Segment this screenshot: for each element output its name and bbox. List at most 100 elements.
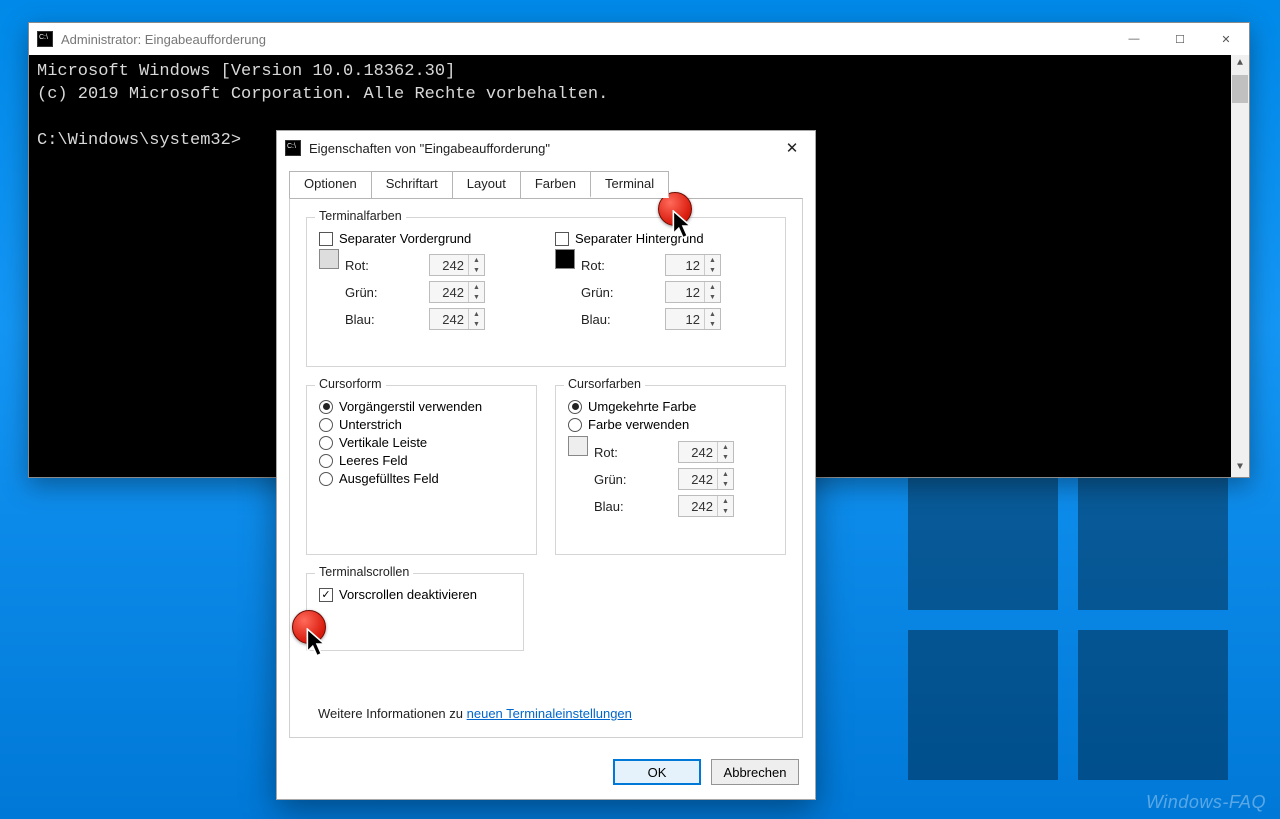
- cursor-red-stepper[interactable]: ▲▼: [678, 441, 734, 463]
- spin-up-icon[interactable]: ▲: [718, 442, 733, 452]
- label-empty-box: Leeres Feld: [339, 453, 408, 468]
- cursor-color-swatch[interactable]: [568, 436, 588, 456]
- spin-up-icon[interactable]: ▲: [705, 309, 720, 319]
- label-cursor-red: Rot:: [594, 445, 618, 460]
- dialog-close-button[interactable]: ✕: [769, 133, 815, 163]
- radio-legacy-cursor[interactable]: [319, 400, 333, 414]
- group-terminal-scroll: Terminalscrollen ✓ Vorscrollen deaktivie…: [306, 573, 524, 651]
- group-cursor-colors: Cursorfarben Umgekehrte Farbe Farbe verw…: [555, 385, 786, 555]
- spin-up-icon[interactable]: ▲: [718, 496, 733, 506]
- label-bg-red: Rot:: [581, 258, 605, 273]
- dialog-buttons: OK Abbrechen: [613, 759, 799, 785]
- spin-down-icon[interactable]: ▼: [718, 479, 733, 489]
- label-underscore: Unterstrich: [339, 417, 402, 432]
- spin-down-icon[interactable]: ▼: [705, 265, 720, 275]
- bg-red-stepper[interactable]: ▲▼: [665, 254, 721, 276]
- cmd-icon: [37, 31, 53, 47]
- dialog-titlebar[interactable]: Eigenschaften von "Eingabeaufforderung" …: [277, 131, 815, 165]
- label-inverse-color: Umgekehrte Farbe: [588, 399, 696, 414]
- label-fg-blue: Blau:: [345, 312, 375, 327]
- tab-font[interactable]: Schriftart: [371, 171, 453, 198]
- dialog-title: Eigenschaften von "Eingabeaufforderung": [309, 141, 550, 156]
- label-separate-bg: Separater Hintergrund: [575, 231, 704, 246]
- cancel-button[interactable]: Abbrechen: [711, 759, 799, 785]
- spin-up-icon[interactable]: ▲: [718, 469, 733, 479]
- legend-cursor-shape: Cursorform: [315, 377, 386, 391]
- legend-terminal-scroll: Terminalscrollen: [315, 565, 413, 579]
- spin-down-icon[interactable]: ▼: [469, 292, 484, 302]
- fg-green-stepper[interactable]: ▲▼: [429, 281, 485, 303]
- spin-down-icon[interactable]: ▼: [469, 265, 484, 275]
- more-info-link[interactable]: neuen Terminaleinstellungen: [467, 706, 632, 721]
- radio-use-color[interactable]: [568, 418, 582, 432]
- cursor-blue-stepper[interactable]: ▲▼: [678, 495, 734, 517]
- more-info-prefix: Weitere Informationen zu: [318, 706, 467, 721]
- spin-down-icon[interactable]: ▼: [705, 292, 720, 302]
- maximize-button[interactable]: ☐: [1157, 24, 1203, 54]
- tab-layout[interactable]: Layout: [452, 171, 521, 198]
- scroll-down-icon[interactable]: ▼: [1231, 459, 1249, 477]
- label-solid-box: Ausgefülltes Feld: [339, 471, 439, 486]
- legend-cursor-colors: Cursorfarben: [564, 377, 645, 391]
- label-fg-red: Rot:: [345, 258, 369, 273]
- label-cursor-blue: Blau:: [594, 499, 624, 514]
- spin-up-icon[interactable]: ▲: [469, 282, 484, 292]
- tab-colors[interactable]: Farben: [520, 171, 591, 198]
- fg-block: Separater Vordergrund Rot: ▲▼ Grün: ▲▼ B…: [319, 228, 537, 335]
- close-button[interactable]: ✕: [1203, 24, 1249, 54]
- group-cursor-shape: Cursorform Vorgängerstil verwenden Unter…: [306, 385, 537, 555]
- fg-blue-stepper[interactable]: ▲▼: [429, 308, 485, 330]
- legend-terminal-colors: Terminalfarben: [315, 209, 406, 223]
- spin-down-icon[interactable]: ▼: [469, 319, 484, 329]
- spin-down-icon[interactable]: ▼: [705, 319, 720, 329]
- spin-up-icon[interactable]: ▲: [705, 282, 720, 292]
- radio-inverse-color[interactable]: [568, 400, 582, 414]
- properties-dialog: Eigenschaften von "Eingabeaufforderung" …: [276, 130, 816, 800]
- dialog-cmd-icon: [285, 140, 301, 156]
- watermark: Windows-FAQ: [1146, 792, 1266, 813]
- spin-up-icon[interactable]: ▲: [469, 255, 484, 265]
- label-cursor-green: Grün:: [594, 472, 627, 487]
- cmd-line-2: (c) 2019 Microsoft Corporation. Alle Rec…: [37, 85, 608, 104]
- more-info: Weitere Informationen zu neuen Terminale…: [318, 706, 632, 721]
- label-disable-scroll-forward: Vorscrollen deaktivieren: [339, 587, 477, 602]
- radio-solid-box[interactable]: [319, 472, 333, 486]
- tab-terminal[interactable]: Terminal: [590, 171, 669, 198]
- spin-up-icon[interactable]: ▲: [705, 255, 720, 265]
- tabpanel-terminal: Terminalfarben Separater Vordergrund Rot…: [289, 198, 803, 738]
- cursor-green-stepper[interactable]: ▲▼: [678, 468, 734, 490]
- checkbox-separate-bg[interactable]: [555, 232, 569, 246]
- bg-block: Separater Hintergrund Rot: ▲▼ Grün: ▲▼ B…: [555, 228, 773, 335]
- label-fg-green: Grün:: [345, 285, 378, 300]
- fg-red-stepper[interactable]: ▲▼: [429, 254, 485, 276]
- group-terminal-colors: Terminalfarben Separater Vordergrund Rot…: [306, 217, 786, 367]
- tab-options[interactable]: Optionen: [289, 171, 372, 198]
- windows-logo: [908, 460, 1228, 780]
- scroll-up-icon[interactable]: ▲: [1231, 55, 1249, 73]
- window-controls: — ☐ ✕: [1111, 24, 1249, 54]
- spin-up-icon[interactable]: ▲: [469, 309, 484, 319]
- cmd-prompt: C:\Windows\system32>: [37, 131, 241, 150]
- bg-blue-stepper[interactable]: ▲▼: [665, 308, 721, 330]
- label-bg-blue: Blau:: [581, 312, 611, 327]
- label-legacy-cursor: Vorgängerstil verwenden: [339, 399, 482, 414]
- checkbox-disable-scroll-forward[interactable]: ✓: [319, 588, 333, 602]
- fg-color-swatch[interactable]: [319, 249, 339, 269]
- cmd-title: Administrator: Eingabeaufforderung: [61, 32, 266, 47]
- scroll-thumb[interactable]: [1232, 75, 1248, 103]
- radio-vertical-bar[interactable]: [319, 436, 333, 450]
- tabstrip: Optionen Schriftart Layout Farben Termin…: [277, 165, 815, 198]
- cmd-line-1: Microsoft Windows [Version 10.0.18362.30…: [37, 62, 455, 81]
- cmd-titlebar[interactable]: Administrator: Eingabeaufforderung — ☐ ✕: [29, 23, 1249, 55]
- checkbox-separate-fg[interactable]: [319, 232, 333, 246]
- radio-underscore[interactable]: [319, 418, 333, 432]
- bg-green-stepper[interactable]: ▲▼: [665, 281, 721, 303]
- radio-empty-box[interactable]: [319, 454, 333, 468]
- label-bg-green: Grün:: [581, 285, 614, 300]
- spin-down-icon[interactable]: ▼: [718, 452, 733, 462]
- bg-color-swatch[interactable]: [555, 249, 575, 269]
- ok-button[interactable]: OK: [613, 759, 701, 785]
- spin-down-icon[interactable]: ▼: [718, 506, 733, 516]
- minimize-button[interactable]: —: [1111, 24, 1157, 54]
- cmd-scrollbar[interactable]: ▲ ▼: [1231, 55, 1249, 477]
